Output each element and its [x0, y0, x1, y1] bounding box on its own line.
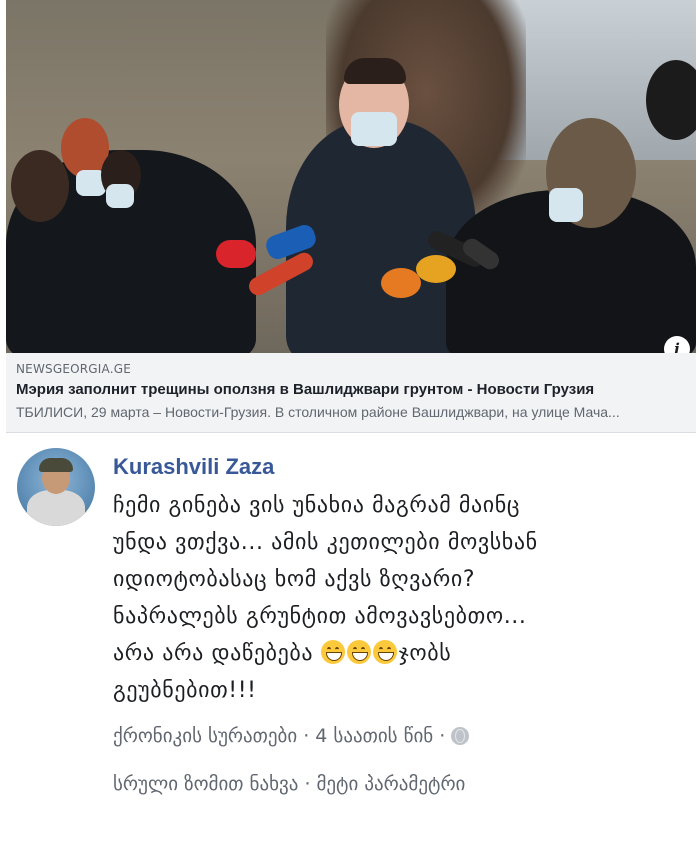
more-options-link[interactable]: მეტი პარამეტრი [316, 773, 465, 795]
news-photo[interactable] [6, 0, 696, 353]
microphone [216, 240, 256, 268]
comment-line: უნდა ვთქვა... ამის კეთილები მოვსხან [113, 530, 538, 555]
comment-line: ჩემი გინება ვის უნახია მაგრამ მაინც [113, 493, 521, 518]
comment-body: ჩემი გინება ვის უნახია მაგრამ მაინც უნდა… [113, 487, 693, 709]
link-caption[interactable]: NEWSGEORGIA.GE Мэрия заполнит трещины оп… [6, 353, 696, 432]
avatar-body [27, 490, 85, 526]
avatar-cap [39, 458, 73, 472]
comment-line: იდიოტობასაც ხომ აქვს ზღვარი? [113, 567, 476, 592]
separator: · [304, 773, 311, 795]
link-domain: NEWSGEORGIA.GE [16, 362, 132, 376]
comment-line-part: არა არა დაწებება [113, 641, 314, 666]
photo-person-left-head [11, 150, 69, 222]
photo-mask [351, 112, 397, 146]
photo-main-person-hair [344, 58, 406, 84]
avatar[interactable] [17, 448, 95, 526]
comment-author[interactable]: Kurashvili Zaza [113, 454, 274, 480]
link-headline[interactable]: Мэрия заполнит трещины оползня в Вашлидж… [16, 381, 692, 398]
timestamp[interactable]: 4 საათის წინ [315, 725, 433, 747]
photo-actions: სრული ზომით ნახვა · მეტი პარამეტრი [113, 773, 465, 795]
grinning-emoji-icon [320, 640, 345, 664]
grinning-emoji-icon [372, 640, 397, 664]
view-full-size-link[interactable]: სრული ზომით ნახვა [113, 773, 298, 795]
comment-line: არა არა დაწებება ჯობს [113, 635, 693, 672]
photo-mask [106, 184, 134, 208]
microphone [416, 255, 456, 283]
grinning-emoji-icon [346, 640, 371, 664]
comment-line-part: ჯობს [398, 641, 452, 666]
comment-line: გეუბნებით!!! [113, 678, 257, 703]
comment-line: ნაპრალებს გრუნტით ამოვავსებთო... [113, 604, 527, 629]
source-link[interactable]: ქრონიკის სურათები [113, 725, 297, 747]
link-preview-card[interactable]: i NEWSGEORGIA.GE Мэрия заполнит трещины … [6, 0, 696, 433]
photo-mask [549, 188, 583, 222]
globe-icon[interactable] [451, 727, 470, 745]
link-description: ТБИЛИСИ, 29 марта – Новости-Грузия. В ст… [16, 404, 620, 420]
microphone [381, 268, 421, 298]
comment-meta: ქრონიკის სურათები · 4 საათის წინ · [113, 725, 470, 747]
separator: · [439, 725, 446, 747]
separator: · [303, 725, 310, 747]
